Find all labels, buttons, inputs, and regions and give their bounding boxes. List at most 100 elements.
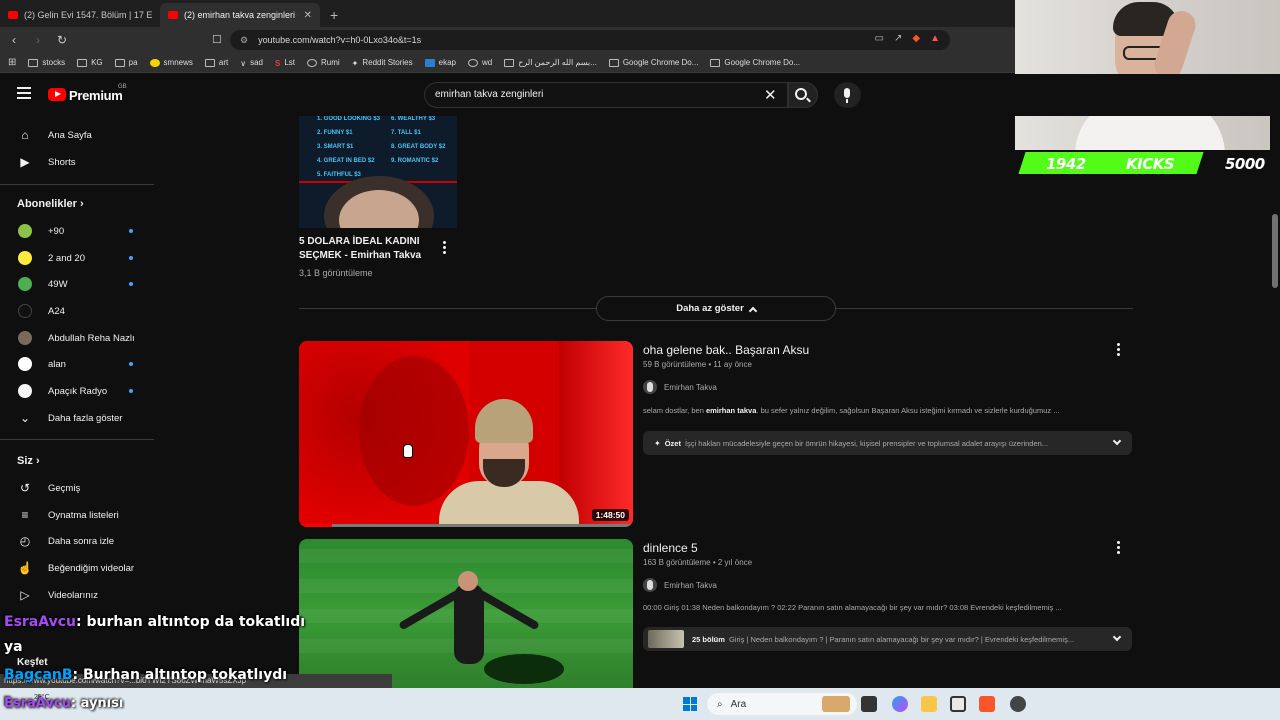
new-content-dot xyxy=(129,282,133,286)
forward-icon[interactable]: › xyxy=(28,33,48,47)
bookmark-reddit-stories[interactable]: ✦ Reddit Stories xyxy=(352,58,413,68)
sidebar-item-liked-videos[interactable]: ☝ Beğendiğim videolar xyxy=(0,555,154,581)
browser-tab-active[interactable]: (2) emirhan takva zenginleri - Yo ✕ xyxy=(160,3,320,27)
sidebar-item-your-videos[interactable]: ▷ Videolarınız xyxy=(0,582,154,608)
bookmark-chrome-2[interactable]: Google Chrome Do... xyxy=(710,58,800,67)
address-bar[interactable]: ⚙ youtube.com/watch?v=h0-0Lxo34o&t=1s ▭ … xyxy=(230,30,950,50)
you-heading[interactable]: Siz › xyxy=(17,455,40,467)
more-actions-icon[interactable] xyxy=(1117,343,1121,358)
chat-username: BagcanB xyxy=(4,667,73,683)
avatar xyxy=(18,384,32,398)
more-actions-icon[interactable] xyxy=(443,241,447,256)
sidebar-item-history[interactable]: ↺ Geçmiş xyxy=(0,475,154,501)
kicks-label: KICKS xyxy=(1126,155,1175,173)
chevron-up-icon xyxy=(748,306,758,315)
sidebar: ⌂ Ana Sayfa ▶ Shorts Abonelikler › +90 2… xyxy=(0,116,154,686)
screen: (2) Gelin Evi 1547. Bölüm | 17 Eyl (2) e… xyxy=(0,0,1280,720)
your-videos-icon: ▷ xyxy=(20,588,30,602)
bookmark-icon[interactable]: ☐ xyxy=(212,33,222,46)
show-more-button[interactable]: ⌄ Daha fazla göster xyxy=(0,405,154,431)
bookmark-smnews[interactable]: smnews xyxy=(149,58,193,67)
snipping-tool-icon[interactable] xyxy=(950,696,966,712)
sidebar-item-home[interactable]: ⌂ Ana Sayfa xyxy=(0,122,154,148)
channel-row[interactable]: Emirhan Takva xyxy=(643,380,717,394)
avatar xyxy=(18,304,32,318)
bookmark-chrome-1[interactable]: Google Chrome Do... xyxy=(608,58,698,67)
sidebar-item-sub-abdullah[interactable]: Abdullah Reha Nazlı xyxy=(0,325,154,351)
video-description: selam dostlar, ben emirhan takva. bu sef… xyxy=(643,406,1060,415)
folder-icon xyxy=(710,58,721,67)
video-thumbnail-dinlence-5[interactable] xyxy=(299,539,633,689)
copilot-icon[interactable] xyxy=(892,696,908,712)
chat-message: EsraAvcu: aynısı xyxy=(4,696,124,711)
video-summary[interactable]: ✦ Özet İşçi hakları mücadelesiyle geçen … xyxy=(643,431,1132,455)
windows-start-icon[interactable] xyxy=(683,697,697,711)
cast-icon[interactable]: ▭ xyxy=(875,33,884,44)
folder-icon xyxy=(608,58,619,67)
brave-shield-icon[interactable]: ◆ xyxy=(912,33,920,44)
search-icon xyxy=(795,88,807,100)
bookmark-sad[interactable]: ∨ sad xyxy=(240,58,263,68)
video-title[interactable]: oha gelene bak.. Başaran Aksu xyxy=(643,343,809,357)
sidebar-item-sub-apacik[interactable]: Apaçık Radyo xyxy=(0,378,154,404)
sidebar-item-watch-later[interactable]: ◴ Daha sonra izle xyxy=(0,528,154,554)
bookmark-rumi[interactable]: Rumi xyxy=(307,58,340,67)
globe-icon xyxy=(307,58,317,67)
browser-tab-gelin-evi[interactable]: (2) Gelin Evi 1547. Bölüm | 17 Eyl xyxy=(0,3,160,27)
hamburger-menu-icon[interactable] xyxy=(17,87,31,102)
bookmark-stocks[interactable]: stocks xyxy=(28,58,65,67)
wd-icon xyxy=(467,58,478,67)
bookmarks-bar: ⊞ stocks KG pa smnews art ∨ sad S Lst Rumi… xyxy=(0,53,1015,73)
sidebar-item-sub-a24[interactable]: A24 xyxy=(0,298,154,324)
bookmark-wd[interactable]: wd xyxy=(467,58,492,67)
new-tab-button[interactable]: + xyxy=(320,7,348,27)
more-actions-icon[interactable] xyxy=(1117,541,1121,556)
sidebar-item-sub-alan[interactable]: alan xyxy=(0,351,154,377)
taskbar-widget-icon[interactable] xyxy=(822,696,850,712)
youtube-favicon-icon xyxy=(8,11,18,19)
file-explorer-icon[interactable] xyxy=(921,696,937,712)
bookmark-art[interactable]: art xyxy=(204,58,228,67)
share-icon[interactable]: ↗ xyxy=(894,33,902,44)
apps-grid-icon[interactable]: ⊞ xyxy=(8,57,16,68)
sidebar-item-shorts[interactable]: ▶ Shorts xyxy=(0,149,154,175)
video-title[interactable]: 5 DOLARA İDEAL KADINI SEÇMEK - Emirhan T… xyxy=(299,235,434,263)
video-thumbnail-basaran-aksu[interactable]: 1:48:50 xyxy=(299,341,633,527)
video-title[interactable]: dinlence 5 xyxy=(643,541,698,555)
scrollbar-thumb[interactable] xyxy=(1272,214,1278,288)
folder-icon xyxy=(204,58,215,67)
chapters-summary[interactable]: 25 bölüm Giriş | Neden balkondayım ? | P… xyxy=(643,627,1132,651)
clear-search-icon[interactable]: ✕ xyxy=(764,86,777,104)
kicks-count: 1942 xyxy=(1046,155,1086,173)
brave-rewards-icon[interactable]: ▲ xyxy=(930,33,940,44)
sidebar-item-sub-2and20[interactable]: 2 and 20 xyxy=(0,245,154,271)
sidebar-item-sub-49w[interactable]: 49W xyxy=(0,271,154,297)
shorts-icon: ▶ xyxy=(20,155,30,169)
task-view-icon[interactable] xyxy=(861,696,877,712)
reload-icon[interactable]: ↻ xyxy=(52,33,72,47)
bookmark-ekap[interactable]: ekap xyxy=(424,58,456,67)
youtube-logo-icon[interactable] xyxy=(48,88,66,101)
site-info-icon[interactable]: ⚙ xyxy=(240,35,248,46)
scrollbar[interactable] xyxy=(1270,116,1280,686)
channel-row[interactable]: Emirhan Takva xyxy=(643,578,717,592)
browser-toolbar: ‹ › ↻ ☐ ⚙ youtube.com/watch?v=h0-0Lxo34o… xyxy=(0,27,1015,53)
video-thumbnail-5-dolara[interactable]: 1. GOOD LOOKING $3 2. FUNNY $1 3. SMART … xyxy=(299,116,457,228)
youtube-premium-brand[interactable]: Premium xyxy=(69,88,123,103)
subscriptions-heading[interactable]: Abonelikler › xyxy=(17,198,84,210)
show-less-button[interactable]: Daha az göster xyxy=(596,296,836,321)
voice-search-icon[interactable] xyxy=(834,82,861,108)
bookmark-pa[interactable]: pa xyxy=(114,58,138,67)
brave-browser-icon[interactable] xyxy=(979,696,995,712)
sidebar-item-sub-plus90[interactable]: +90 xyxy=(0,218,154,244)
chevron-down-icon[interactable] xyxy=(1112,436,1122,446)
bookmark-arabic[interactable]: بسم الله الرحمن الرح... xyxy=(504,58,597,67)
app-icon[interactable] xyxy=(1010,696,1026,712)
bookmark-kg[interactable]: KG xyxy=(77,58,103,67)
country-code: GB xyxy=(118,84,127,90)
close-tab-icon[interactable]: ✕ xyxy=(304,10,312,21)
sidebar-item-playlists[interactable]: ≡ Oynatma listeleri xyxy=(0,502,154,528)
bookmark-lst[interactable]: S Lst xyxy=(275,58,295,68)
back-icon[interactable]: ‹ xyxy=(4,33,24,47)
chevron-down-icon[interactable] xyxy=(1112,632,1122,642)
